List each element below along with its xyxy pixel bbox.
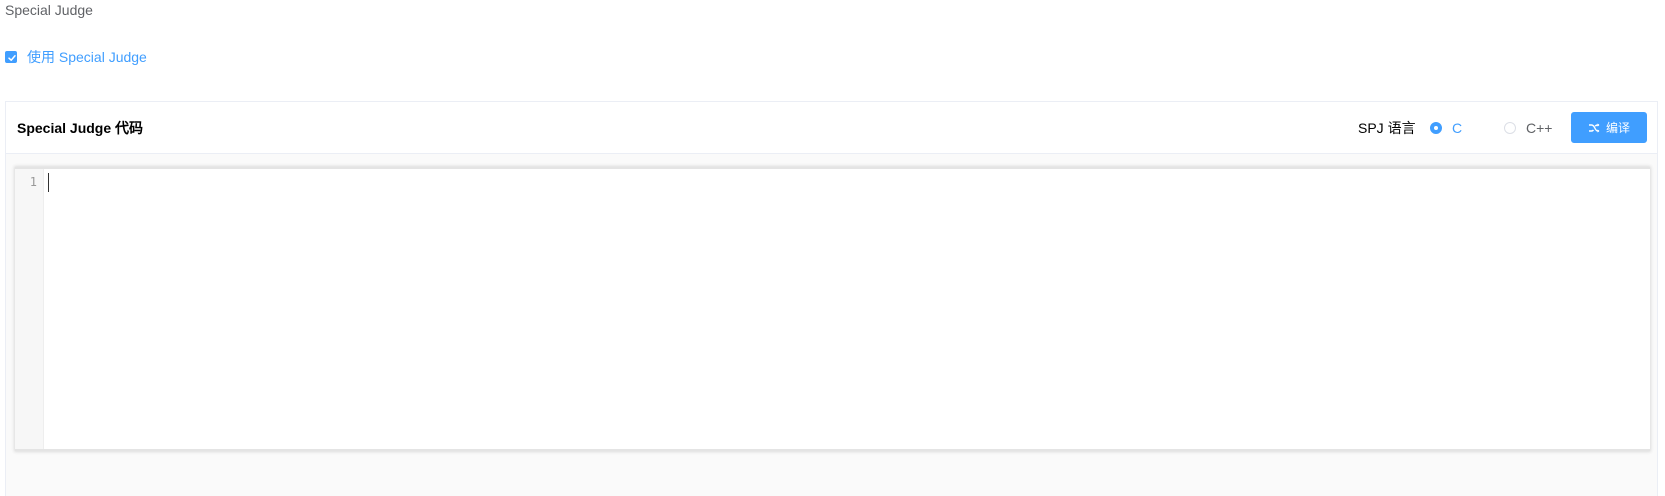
shuffle-icon	[1588, 122, 1600, 134]
language-radio-c-label[interactable]: C	[1452, 121, 1462, 135]
language-radio-c[interactable]: C	[1430, 121, 1462, 135]
code-input-area[interactable]	[44, 169, 1650, 449]
text-cursor	[48, 173, 49, 192]
use-spj-checkbox[interactable]: 使用 Special Judge	[5, 50, 147, 64]
language-radio-cpp[interactable]: C++	[1504, 121, 1552, 135]
section-label: Special Judge	[5, 2, 93, 18]
code-editor[interactable]: 1	[15, 167, 1650, 451]
compile-button-label[interactable]: 编译	[1606, 119, 1630, 136]
line-number-gutter: 1	[15, 169, 44, 449]
compile-button[interactable]: 编译	[1571, 112, 1647, 143]
card-title: Special Judge 代码	[17, 120, 144, 136]
line-number: 1	[29, 175, 37, 189]
spj-code-card: Special Judge 代码 SPJ 语言 C C++ 编译 1	[5, 101, 1658, 496]
spj-language-label: SPJ 语言	[1358, 120, 1416, 136]
spj-settings: Special Judge 使用 Special Judge Special J…	[0, 0, 1665, 496]
card-body: 1	[6, 154, 1657, 496]
card-header: Special Judge 代码 SPJ 语言 C C++ 编译	[6, 102, 1657, 154]
use-spj-label[interactable]: 使用 Special Judge	[27, 50, 147, 64]
checkbox-checked-icon[interactable]	[5, 51, 17, 63]
language-radio-cpp-label[interactable]: C++	[1526, 121, 1552, 135]
radio-unselected-icon[interactable]	[1504, 122, 1516, 134]
radio-selected-icon[interactable]	[1430, 122, 1442, 134]
